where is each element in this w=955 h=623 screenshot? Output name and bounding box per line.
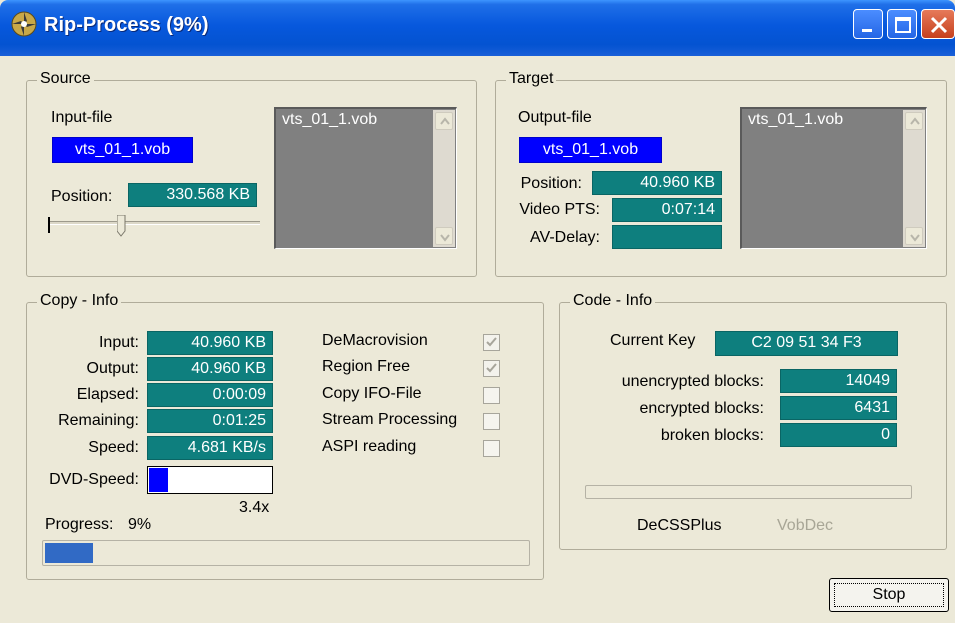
scroll-down-arrow-icon[interactable]: [905, 227, 923, 245]
position-slider[interactable]: [48, 213, 260, 239]
output-file-label: Output-file: [518, 109, 592, 126]
elapsed-value: 0:00:09: [147, 383, 273, 407]
maximize-icon: [895, 17, 911, 33]
copy-progress-bar: [42, 540, 530, 566]
target-position-value: 40.960 KB: [592, 171, 722, 195]
copy-output-value: 40.960 KB: [147, 357, 273, 381]
target-file-list[interactable]: vts_01_1.vob: [740, 107, 927, 249]
progress-percent: 9%: [128, 516, 152, 533]
source-position-value: 330.568 KB: [128, 183, 257, 207]
scroll-down-arrow-icon[interactable]: [435, 227, 453, 245]
target-position-label: Position:: [520, 175, 582, 192]
slider-thumb[interactable]: [116, 214, 126, 237]
code-info-legend: Code - Info: [570, 292, 656, 310]
speed-value: 4.681 KB/s: [147, 436, 273, 460]
window-title: Rip-Process (9%): [44, 14, 209, 36]
minimize-button[interactable]: [853, 9, 883, 39]
source-position-label: Position:: [51, 188, 113, 205]
checkmark-icon: [486, 337, 497, 347]
vobdec-label: VobDec: [777, 517, 834, 534]
region-free-checkbox[interactable]: [483, 360, 500, 377]
dvd-speed-value: 3.4x: [239, 499, 270, 516]
close-button[interactable]: [921, 9, 955, 39]
copy-info-legend: Copy - Info: [37, 292, 122, 310]
dvd-speed-fill: [149, 468, 168, 492]
output-file-value[interactable]: vts_01_1.vob: [519, 137, 662, 163]
copy-ifo-file-label: Copy IFO-File: [322, 385, 422, 402]
source-file-list[interactable]: vts_01_1.vob: [274, 107, 457, 249]
current-key-value: C2 09 51 34 F3: [715, 331, 898, 356]
code-info-group: Code - Info Current Key C2 09 51 34 F3 u…: [559, 292, 947, 550]
encrypted-blocks-value: 6431: [780, 396, 897, 420]
copy-input-label: Input:: [98, 334, 139, 351]
current-key-label: Current Key: [610, 332, 696, 349]
aspi-reading-checkbox[interactable]: [483, 440, 500, 457]
elapsed-label: Elapsed:: [76, 386, 139, 403]
deMacrovision-label: DeMacrovision: [322, 332, 428, 349]
stream-processing-label: Stream Processing: [322, 411, 458, 428]
source-legend: Source: [37, 70, 94, 88]
input-file-value[interactable]: vts_01_1.vob: [52, 137, 193, 163]
target-group: Target Output-file vts_01_1.vob Position…: [495, 70, 947, 277]
list-item[interactable]: vts_01_1.vob: [748, 111, 920, 129]
scroll-up-arrow-icon[interactable]: [905, 112, 923, 130]
speed-label: Speed:: [88, 439, 139, 456]
broken-blocks-value: 0: [780, 423, 897, 447]
unencrypted-blocks-label: unencrypted blocks:: [621, 373, 764, 390]
minimize-icon: [862, 29, 872, 32]
stop-button[interactable]: Stop: [829, 578, 949, 612]
slider-track: [48, 221, 260, 225]
stream-processing-checkbox[interactable]: [483, 413, 500, 430]
dvd-speed-label: DVD-Speed:: [49, 471, 139, 488]
stop-button-label: Stop: [872, 586, 906, 603]
deMacrovision-checkbox[interactable]: [483, 334, 500, 351]
av-delay-label: AV-Delay:: [530, 229, 600, 246]
remaining-value: 0:01:25: [147, 409, 273, 433]
source-list-scrollbar[interactable]: [433, 110, 455, 247]
list-item[interactable]: vts_01_1.vob: [282, 111, 450, 129]
video-pts-value: 0:07:14: [612, 198, 722, 222]
dvd-speed-bar: [147, 466, 273, 494]
checkmark-icon: [486, 363, 497, 373]
title-bar[interactable]: Rip-Process (9%): [0, 0, 955, 56]
rip-process-window: Rip-Process (9%) Source Input-file vts_0…: [0, 0, 955, 623]
decssplus-label: DeCSSPlus: [637, 517, 722, 534]
copy-ifo-file-checkbox[interactable]: [483, 387, 500, 404]
scroll-up-arrow-icon[interactable]: [435, 112, 453, 130]
dvd-disc-icon: [10, 10, 38, 38]
copy-output-label: Output:: [86, 360, 139, 377]
target-list-scrollbar[interactable]: [903, 110, 925, 247]
copy-info-group: Copy - Info Input: 40.960 KB Output: 40.…: [26, 292, 544, 580]
region-free-label: Region Free: [322, 358, 411, 375]
video-pts-label: Video PTS:: [519, 201, 600, 218]
target-legend: Target: [506, 70, 557, 88]
aspi-reading-label: ASPI reading: [322, 438, 417, 455]
unencrypted-blocks-value: 14049: [780, 369, 897, 393]
encrypted-blocks-label: encrypted blocks:: [639, 400, 764, 417]
remaining-label: Remaining:: [58, 412, 139, 429]
source-group: Source Input-file vts_01_1.vob Position:…: [26, 70, 477, 277]
code-progress-bar: [585, 485, 912, 499]
maximize-button[interactable]: [887, 9, 917, 39]
copy-input-value: 40.960 KB: [147, 331, 273, 355]
av-delay-value: [612, 225, 722, 249]
input-file-label: Input-file: [51, 109, 113, 126]
copy-progress-fill: [45, 543, 93, 563]
close-icon: [930, 16, 948, 34]
broken-blocks-label: broken blocks:: [660, 427, 764, 444]
slider-tick-left: [48, 217, 50, 233]
progress-label: Progress:: [45, 516, 114, 533]
